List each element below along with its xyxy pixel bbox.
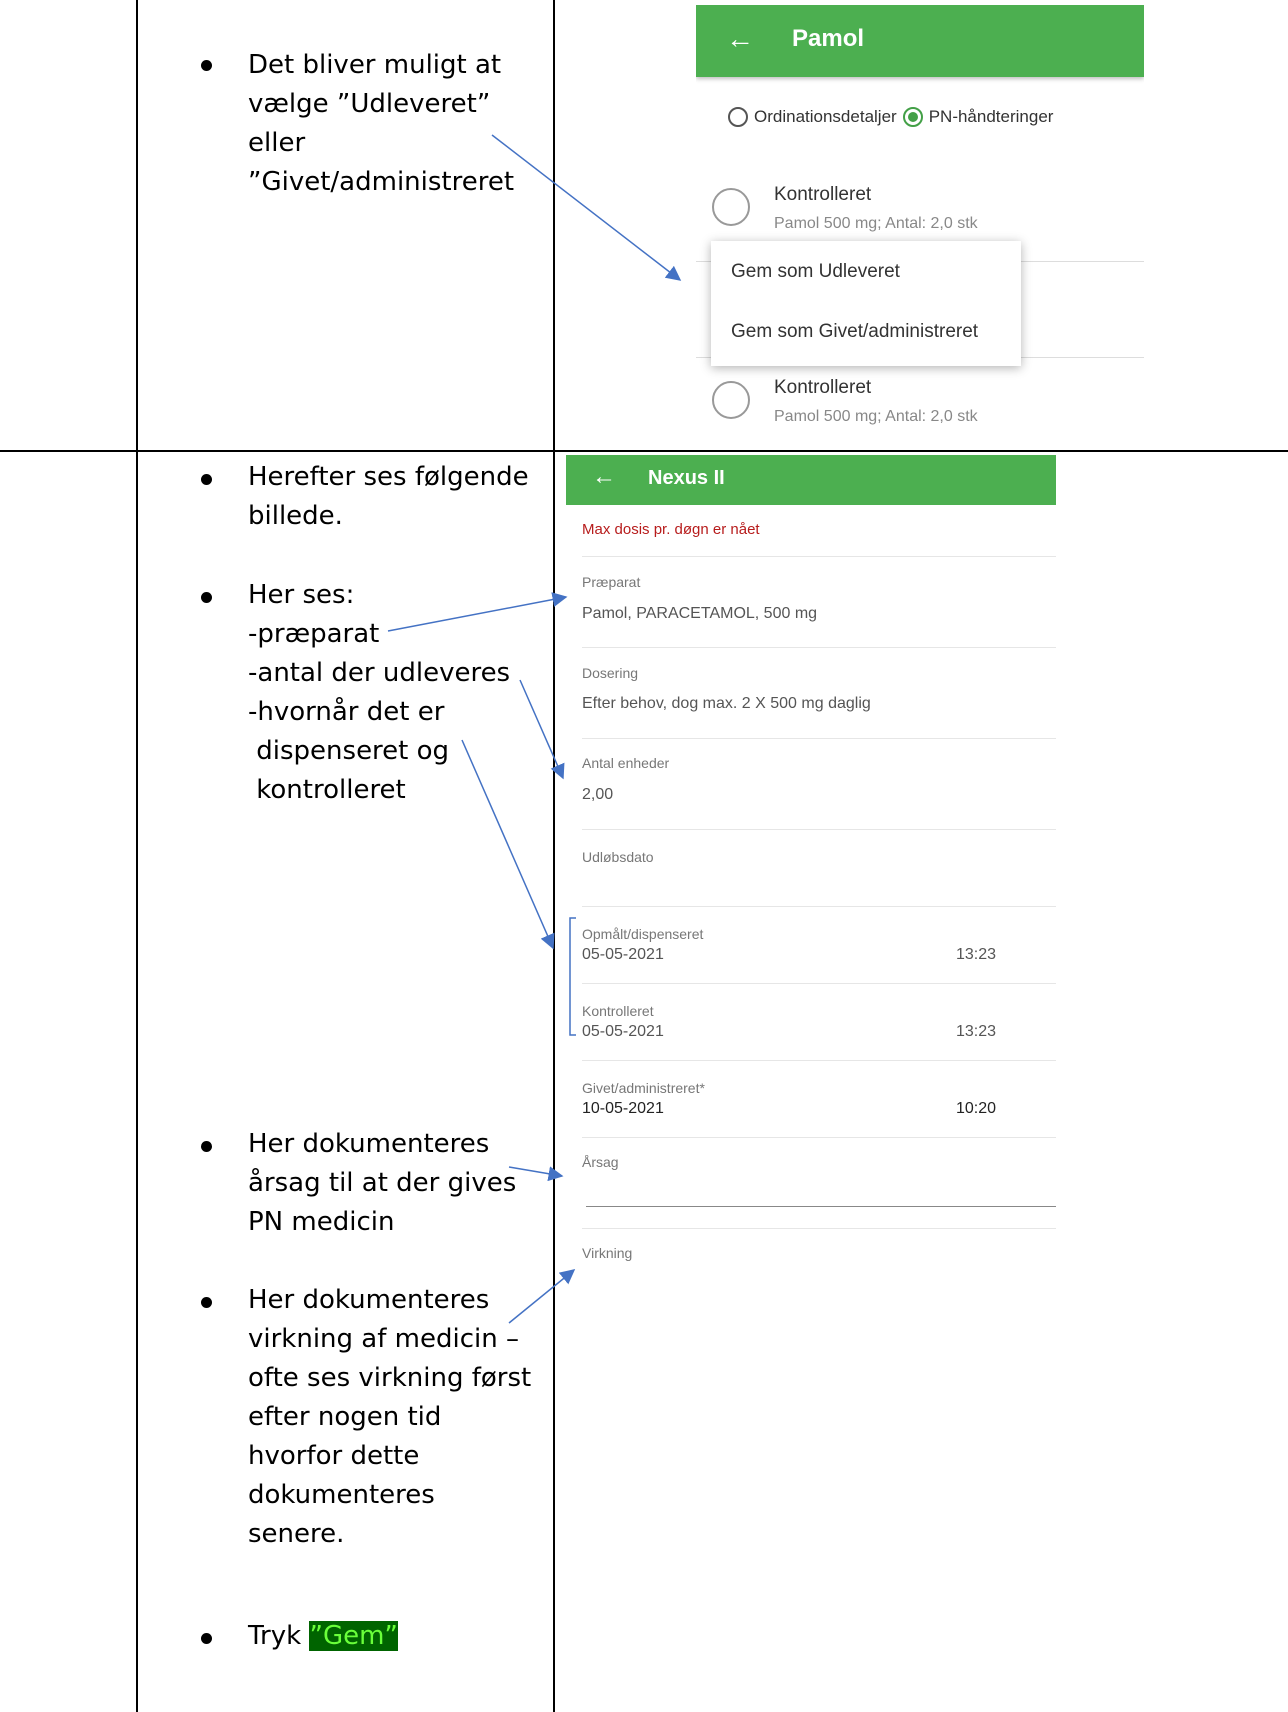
arrow-to-praeparat: [387, 592, 568, 632]
arrow-to-aarsag: [508, 1166, 564, 1182]
annotation-arrows: [387, 134, 682, 1324]
arrow-to-menu: [491, 134, 682, 281]
dispenseret-bracket: [569, 917, 576, 1036]
arrow-to-virkning: [508, 1269, 576, 1324]
arrow-to-antal: [519, 679, 565, 780]
arrow-to-dispenseret: [461, 739, 555, 950]
